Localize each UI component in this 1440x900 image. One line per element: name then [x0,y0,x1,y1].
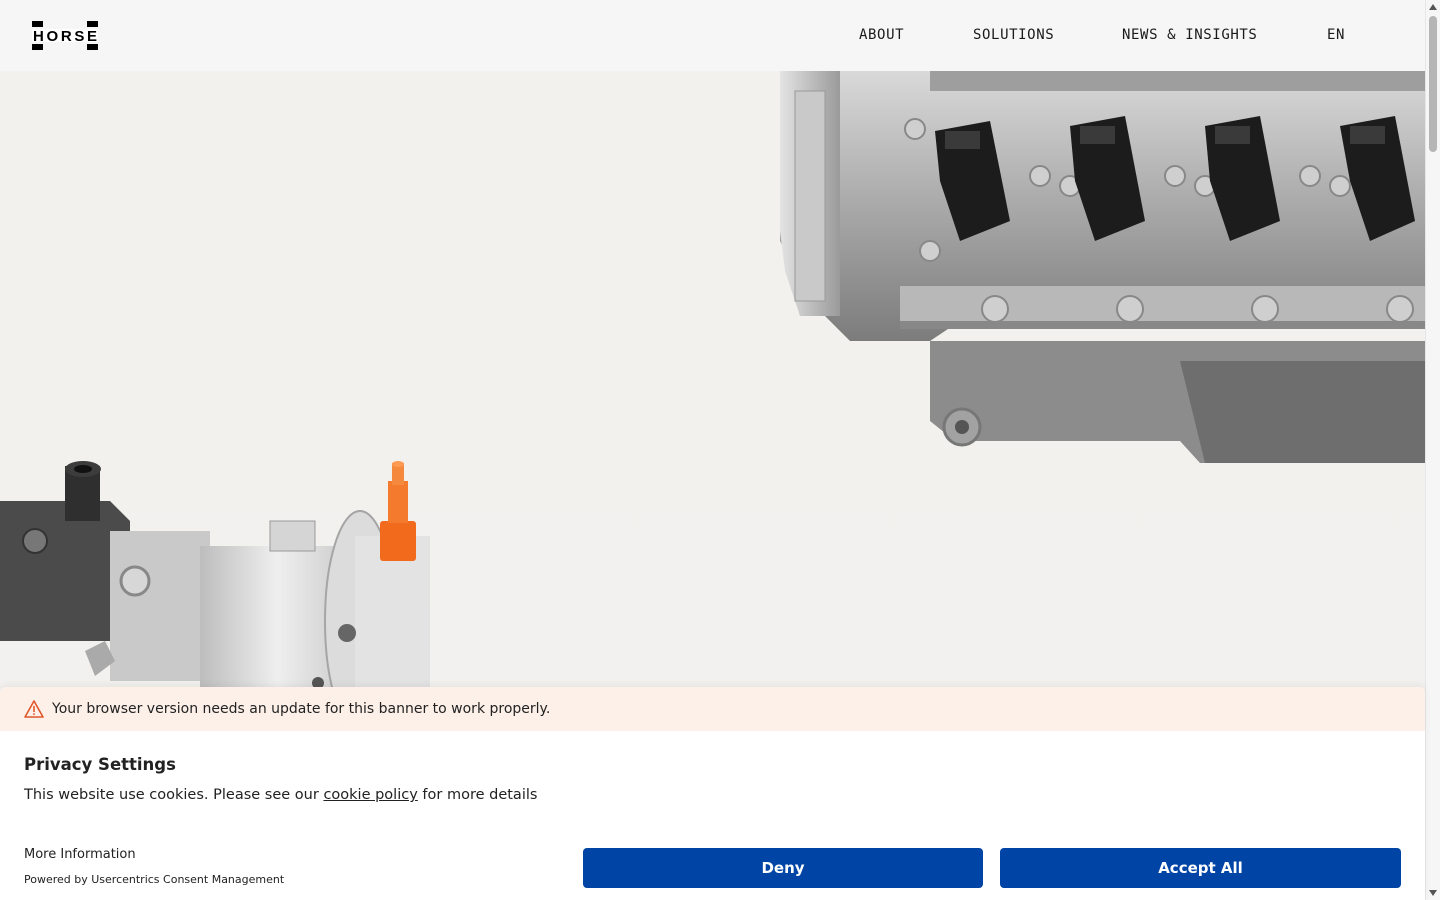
warning-icon [24,700,44,718]
language-selector[interactable]: EN [1327,27,1345,43]
browser-warning: Your browser version needs an update for… [0,687,1425,731]
desc-before: This website use cookies. Please see our [24,787,324,803]
nav-solutions[interactable]: SOLUTIONS [973,27,1054,43]
scroll-down-icon[interactable] [1429,890,1437,896]
cookie-policy-link[interactable]: cookie policy [323,787,417,803]
powered-by-text: Powered by Usercentrics Consent Manageme… [24,873,285,886]
scroll-up-icon[interactable] [1429,4,1437,10]
banner-description: This website use cookies. Please see our… [24,787,537,803]
page-scrollbar[interactable] [1425,0,1440,900]
privacy-settings-title: Privacy Settings [24,755,176,774]
desc-after: for more details [417,787,538,803]
warning-text: Your browser version needs an update for… [52,701,551,717]
accept-all-button[interactable]: Accept All [1000,848,1401,888]
cookie-consent-banner: Your browser version needs an update for… [0,687,1425,900]
scroll-thumb[interactable] [1429,16,1437,152]
main-nav: ABOUT SOLUTIONS NEWS & INSIGHTS EN [0,0,1425,71]
nav-news-insights[interactable]: NEWS & INSIGHTS [1122,27,1257,43]
engine-block-image [780,71,1425,463]
page: HORSE ABOUT SOLUTIONS NEWS & INSIGHTS EN [0,0,1440,900]
deny-button[interactable]: Deny [583,848,983,888]
electric-motor-image [0,461,430,701]
nav-about[interactable]: ABOUT [859,27,904,43]
site-header: HORSE ABOUT SOLUTIONS NEWS & INSIGHTS EN [0,0,1425,71]
more-information-link[interactable]: More Information [24,847,136,862]
